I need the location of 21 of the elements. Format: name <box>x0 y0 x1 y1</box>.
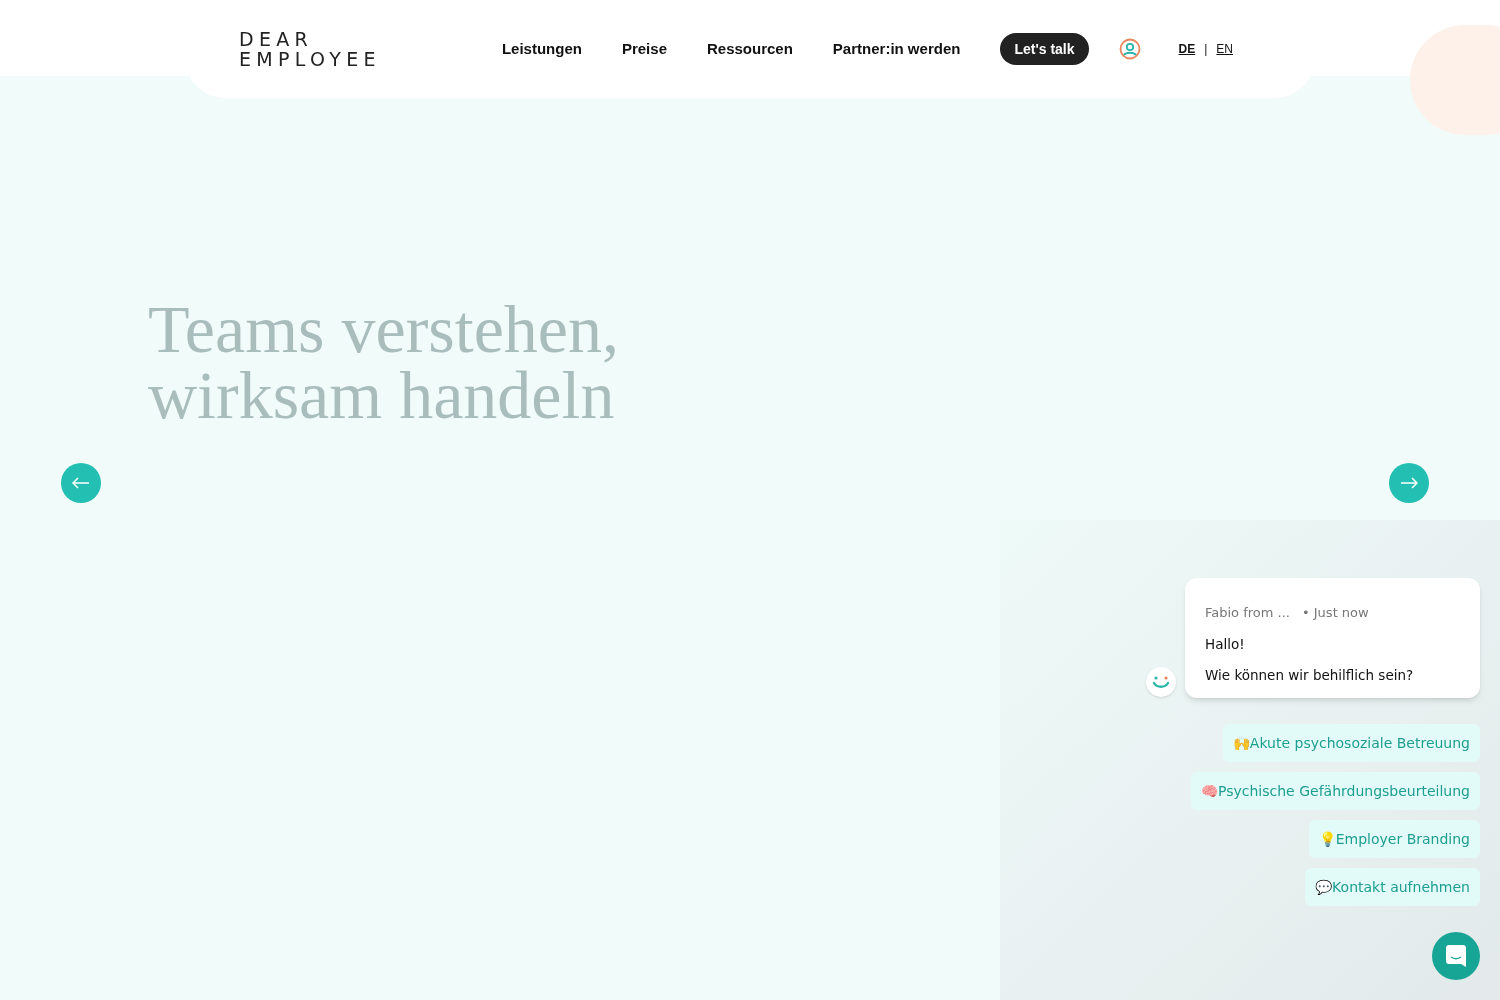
hero-heading: Teams verstehen, wirksam handeln <box>148 296 620 428</box>
arrow-left-icon <box>72 477 90 489</box>
logo[interactable]: DEAR EMPLOYEE <box>239 29 381 69</box>
chat-message-text: Wie können wir behilflich sein? <box>1205 665 1415 685</box>
language-link[interactable]: EN <box>1216 40 1233 58</box>
lets-talk-button[interactable]: Let's talk <box>1000 33 1089 65</box>
user-account-icon[interactable] <box>1118 38 1141 60</box>
next-arrow-button[interactable] <box>1389 463 1429 503</box>
nav-link[interactable]: Ressourcen <box>707 37 793 61</box>
nav-link[interactable]: Preise <box>621 37 667 61</box>
sender-name: Fabio from ... <box>1205 604 1290 622</box>
language-link[interactable]: DE <box>1178 40 1196 58</box>
chat-icon <box>1445 944 1467 968</box>
nav-link[interactable]: Partner:in werden <box>832 37 961 61</box>
language-separator: | <box>1204 41 1208 58</box>
chat-message-text: Hallo! <box>1205 634 1246 654</box>
smile-icon <box>1151 675 1171 689</box>
message-time: • Just now <box>1302 604 1369 622</box>
arrow-right-icon <box>1400 477 1418 489</box>
previous-arrow-button[interactable] <box>61 463 101 503</box>
nav-link[interactable]: Leistungen <box>501 37 582 61</box>
